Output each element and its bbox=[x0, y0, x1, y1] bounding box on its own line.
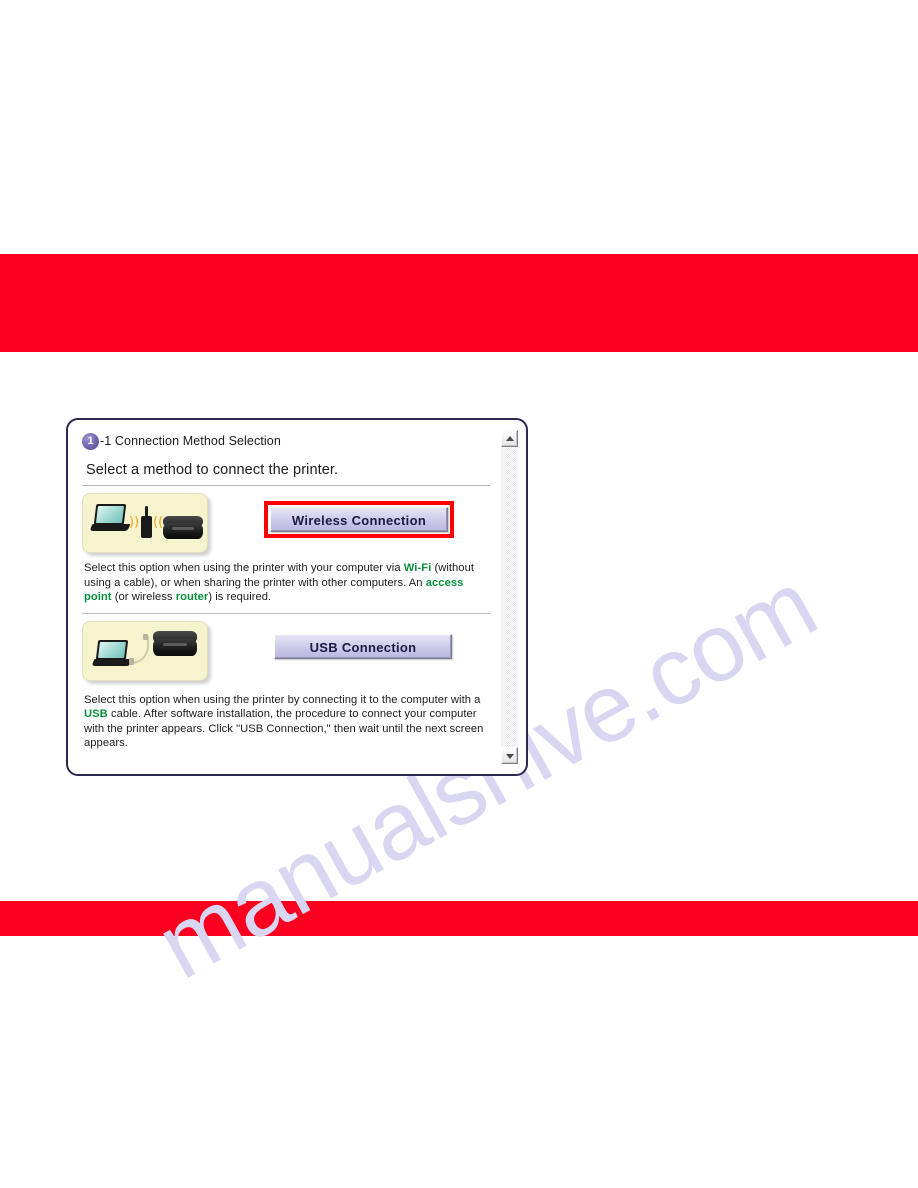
bottom-accent-band bbox=[0, 901, 918, 936]
usb-button-wrap: USB Connection bbox=[274, 633, 452, 659]
wireless-setup-illustration: )) (( bbox=[82, 493, 208, 553]
top-accent-band bbox=[0, 254, 918, 352]
dialog-body: 1 -1 Connection Method Selection Select … bbox=[68, 420, 526, 774]
option-row-wireless: )) (( Wireless Connection bbox=[82, 493, 494, 555]
scrollbar-track[interactable] bbox=[501, 447, 518, 747]
instruction-text: Select a method to connect the printer. bbox=[86, 462, 339, 478]
wireless-description: Select this option when using the printe… bbox=[82, 555, 492, 605]
keyword-wifi: Wi-Fi bbox=[403, 562, 432, 574]
desc-part: cable. After software installation, the … bbox=[84, 708, 484, 749]
step-heading: 1 -1 Connection Method Selection bbox=[82, 430, 494, 452]
vertical-scrollbar[interactable] bbox=[501, 430, 518, 764]
wireless-button-highlight: Wireless Connection bbox=[264, 501, 454, 538]
connection-method-dialog: 1 -1 Connection Method Selection Select … bbox=[66, 418, 528, 776]
usb-setup-illustration bbox=[82, 620, 208, 681]
step-title-text: -1 Connection Method Selection bbox=[100, 434, 281, 448]
scroll-up-button[interactable] bbox=[501, 430, 518, 447]
wireless-connection-button[interactable]: Wireless Connection bbox=[270, 507, 448, 532]
usb-description: Select this option when using the printe… bbox=[82, 683, 492, 751]
dialog-content: 1 -1 Connection Method Selection Select … bbox=[82, 430, 494, 751]
option-row-usb: USB Connection bbox=[82, 620, 494, 683]
keyword-router: router bbox=[175, 591, 209, 603]
keyword-usb: USB bbox=[84, 708, 108, 720]
usb-connection-button[interactable]: USB Connection bbox=[274, 633, 452, 659]
desc-part: Select this option when using the printe… bbox=[84, 562, 404, 574]
desc-part: (or wireless bbox=[111, 591, 176, 603]
triangle-up-icon bbox=[505, 435, 514, 441]
step-number-badge: 1 bbox=[82, 432, 99, 450]
divider-top bbox=[82, 485, 490, 486]
scroll-down-button[interactable] bbox=[501, 747, 518, 764]
desc-part: Select this option when using the printe… bbox=[84, 693, 481, 706]
triangle-down-icon bbox=[505, 753, 514, 759]
divider-middle bbox=[82, 612, 490, 614]
wireless-button-wrap: Wireless Connection bbox=[264, 501, 454, 538]
desc-part: ) is required. bbox=[208, 591, 272, 603]
